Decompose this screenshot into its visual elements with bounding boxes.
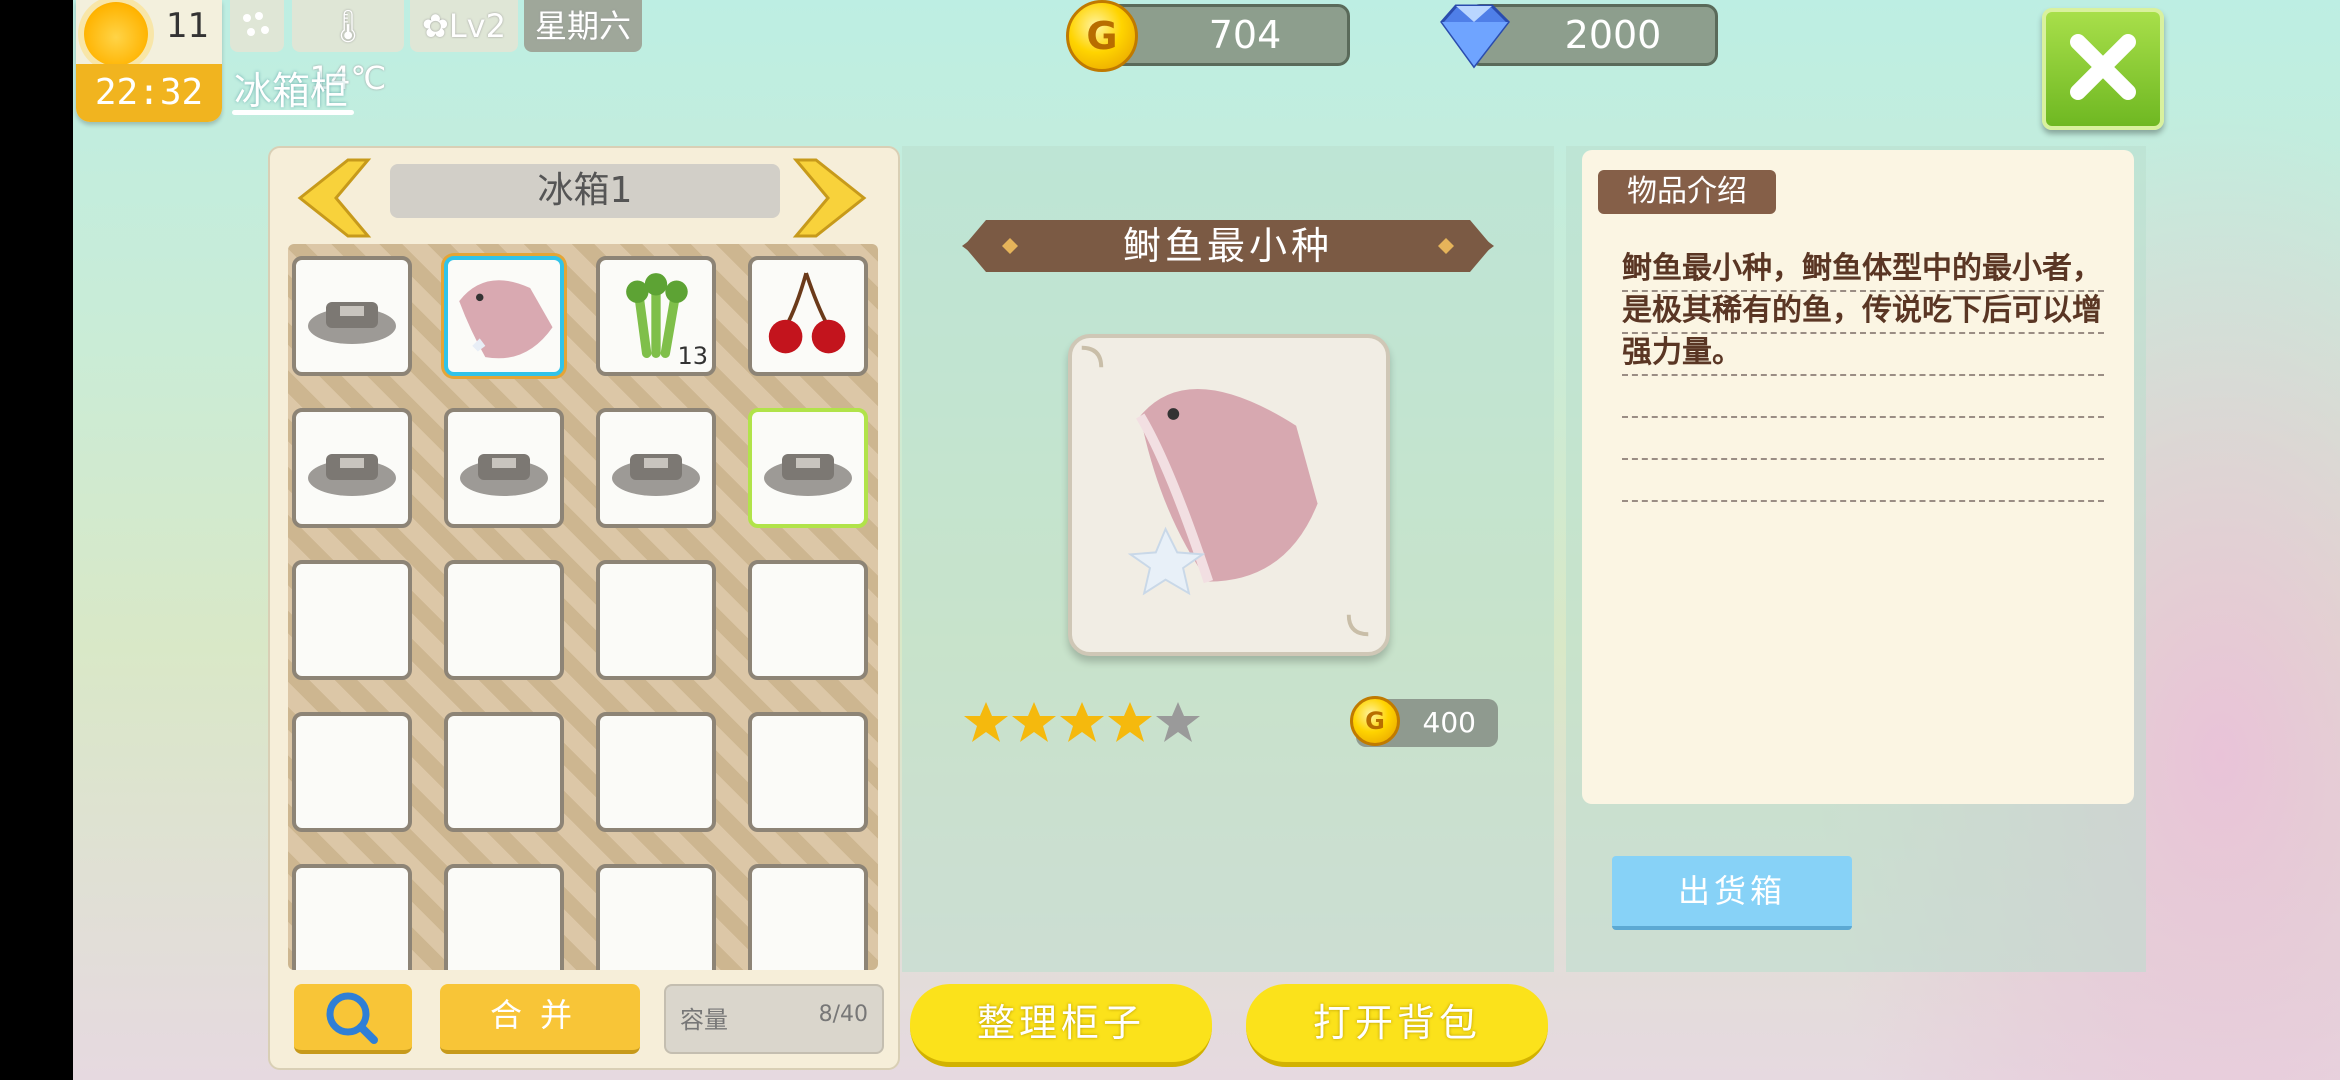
level-value: Lv2: [448, 7, 506, 45]
fridge-slot-3[interactable]: 13: [596, 256, 716, 376]
rating-stars: [964, 702, 1200, 742]
fridge-slot-empty[interactable]: [748, 560, 868, 680]
close-button[interactable]: [2042, 8, 2164, 130]
fridge-slot-empty[interactable]: [596, 712, 716, 832]
divider: [1622, 416, 2104, 418]
level-icon: ✿: [422, 7, 449, 45]
fridge-slot-empty[interactable]: [292, 560, 412, 680]
divider: [1622, 458, 2104, 460]
item-card: [1068, 334, 1390, 656]
day-number: 11: [166, 6, 210, 46]
diamond-icon: [1440, 4, 1510, 69]
star-filled-icon: [1060, 702, 1104, 742]
capacity-value: 8/40: [818, 1002, 868, 1027]
tray-icon: [308, 302, 396, 344]
prev-box-arrow-icon[interactable]: [296, 156, 376, 240]
fridge-slot-empty[interactable]: [292, 712, 412, 832]
shipping-box-button[interactable]: 出货箱: [1612, 856, 1852, 930]
sun-icon: [84, 2, 148, 66]
fridge-slot-6[interactable]: [444, 408, 564, 528]
divider: [1622, 332, 2104, 334]
level-stat: ✿Lv2: [410, 0, 518, 52]
description-tag: 物品介绍: [1598, 170, 1776, 214]
divider: [1622, 500, 2104, 502]
fridge-slot-empty[interactable]: [596, 560, 716, 680]
tray-icon: [460, 454, 548, 496]
fridge-grid: 13: [288, 244, 878, 970]
tray-icon: [764, 454, 852, 496]
diamond-value: 2000: [1564, 13, 1662, 57]
item-price: 400: [1422, 706, 1476, 739]
fridge-slot-1[interactable]: [292, 256, 412, 376]
fridge-slot-7[interactable]: [596, 408, 716, 528]
thermometer-icon: 🌡: [327, 7, 369, 45]
page-title: 冰箱柜: [234, 69, 349, 113]
tray-icon: [612, 454, 700, 496]
temperature-stat: 🌡14℃: [292, 0, 404, 97]
star-filled-icon: [1108, 702, 1152, 742]
fridge-slot-2[interactable]: [444, 256, 564, 376]
capacity-label: 容量: [680, 1006, 728, 1034]
merge-button[interactable]: 合并: [440, 984, 640, 1054]
fridge-slot-empty[interactable]: [748, 712, 868, 832]
description-box: 物品介绍 鲥鱼最小种，鲥鱼体型中的最小者，是极其稀有的鱼，传说吃下后可以增强力量…: [1582, 150, 2134, 804]
fridge-slot-empty[interactable]: [444, 864, 564, 970]
fridge-slot-5[interactable]: [292, 408, 412, 528]
divider: [1622, 374, 2104, 376]
weather-day-widget: 11 22:32: [76, 0, 222, 122]
item-name: 鲥鱼最小种: [1122, 224, 1333, 268]
description-text: 鲥鱼最小种，鲥鱼体型中的最小者，是极其稀有的鱼，传说吃下后可以增强力量。: [1622, 251, 2102, 370]
fridge-slot-empty[interactable]: [444, 712, 564, 832]
cherry-icon: [768, 272, 846, 354]
fridge-slot-4[interactable]: [748, 256, 868, 376]
fish-icon: [1081, 345, 1369, 637]
fridge-slot-empty[interactable]: [444, 560, 564, 680]
star-filled-icon: [964, 702, 1008, 742]
gold-value: 704: [1208, 13, 1282, 57]
item-detail-panel: 鲥鱼最小种 400 G: [902, 146, 1554, 972]
item-count: 13: [677, 342, 708, 370]
open-backpack-button[interactable]: 打开背包: [1246, 984, 1548, 1067]
search-icon: [326, 992, 378, 1044]
star-filled-icon: [1012, 702, 1056, 742]
fridge-slot-empty[interactable]: [748, 864, 868, 970]
gold-coin-icon: G: [1066, 0, 1138, 72]
rain-icon: [230, 0, 284, 52]
fridge-panel: 冰箱1 13 合并 容量 8/40: [268, 146, 900, 1070]
tray-icon: [308, 454, 396, 496]
search-button[interactable]: [294, 984, 412, 1054]
star-empty-icon: [1156, 702, 1200, 742]
fridge-slot-empty[interactable]: [292, 864, 412, 970]
organize-cabinet-button[interactable]: 整理柜子: [910, 984, 1212, 1067]
next-box-arrow-icon[interactable]: [788, 156, 868, 240]
fish-icon: [459, 280, 553, 359]
capacity-indicator: 容量 8/40: [664, 984, 884, 1054]
divider: [1622, 290, 2104, 292]
fridge-slot-empty[interactable]: [596, 864, 716, 970]
gold-coin-icon: G: [1350, 696, 1400, 746]
clock-time: 22:32: [76, 64, 222, 122]
description-panel: 物品介绍 鲥鱼最小种，鲥鱼体型中的最小者，是极其稀有的鱼，传说吃下后可以增强力量…: [1566, 146, 2146, 972]
weekday-stat: 星期六: [524, 0, 642, 52]
screen-notch-bar: [0, 0, 73, 1080]
title-underline: [232, 110, 354, 115]
fridge-box-title: 冰箱1: [390, 164, 780, 218]
fridge-slot-8[interactable]: [748, 408, 868, 528]
close-icon: [2070, 34, 2136, 100]
